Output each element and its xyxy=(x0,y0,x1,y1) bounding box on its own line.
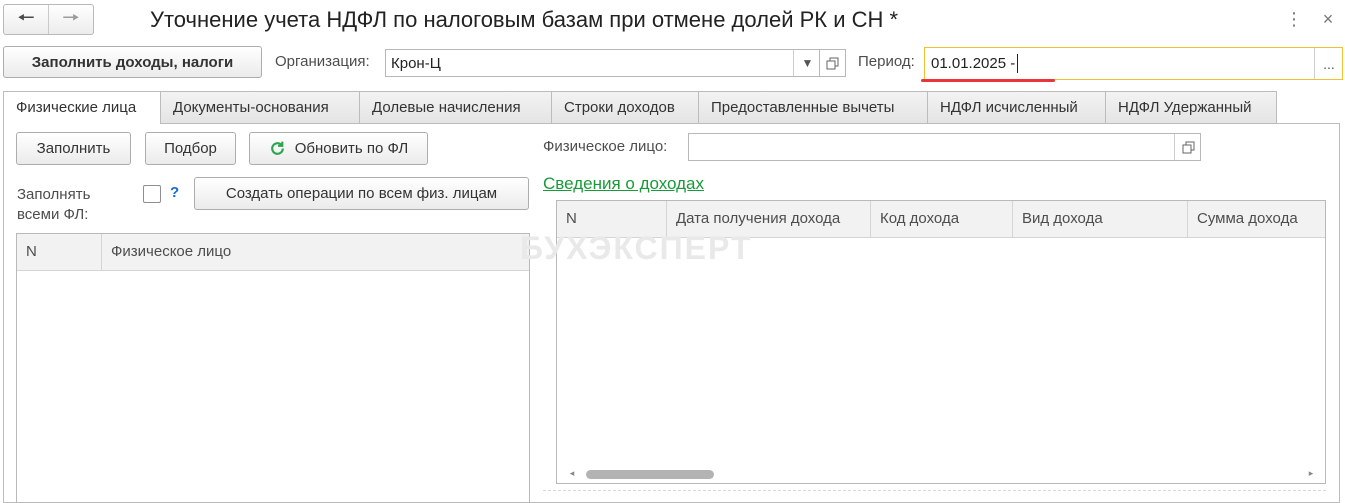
period-field[interactable]: 01.01.2025 - ... xyxy=(924,47,1343,80)
column-header-income-type[interactable]: Вид дохода xyxy=(1013,201,1188,237)
tab-bar: Физические лица Документы-основания Доле… xyxy=(3,91,1278,124)
tab-ndfl-withheld[interactable]: НДФЛ Удержанный xyxy=(1105,91,1277,123)
refresh-by-person-button[interactable]: Обновить по ФЛ xyxy=(249,132,428,165)
tab-deductions[interactable]: Предоставленные вычеты xyxy=(698,91,928,123)
tab-ndfl-calculated[interactable]: НДФЛ исчисленный xyxy=(927,91,1106,123)
income-info-link[interactable]: Сведения о доходах xyxy=(543,174,704,194)
more-icon[interactable]: ⋮ xyxy=(1285,6,1303,32)
tab-share-accruals[interactable]: Долевые начисления xyxy=(359,91,552,123)
scroll-left-icon[interactable]: ◂ xyxy=(565,464,579,482)
watermark: БУХЭКСПЕРТ xyxy=(520,230,753,266)
navigation-buttons: 🠔 🠖 xyxy=(3,4,94,35)
person-field[interactable] xyxy=(688,133,1201,161)
forward-arrow-icon[interactable]: 🠖 xyxy=(48,5,93,34)
back-arrow-icon[interactable]: 🠔 xyxy=(4,5,48,34)
scroll-thumb[interactable] xyxy=(586,470,714,479)
create-operations-button[interactable]: Создать операции по всем физ. лицам xyxy=(194,177,529,210)
highlight-underline xyxy=(921,79,1055,82)
period-value: 01.01.2025 - xyxy=(931,48,1019,79)
close-icon[interactable]: × xyxy=(1318,6,1338,32)
fill-all-label: Заполнять всеми ФЛ: xyxy=(17,186,91,223)
period-select-button[interactable]: ... xyxy=(1314,48,1343,79)
person-label: Физическое лицо: xyxy=(543,138,668,155)
refresh-label: Обновить по ФЛ xyxy=(294,140,409,157)
organization-label: Организация: xyxy=(275,53,370,70)
tab-base-documents[interactable]: Документы-основания xyxy=(160,91,360,123)
help-icon[interactable]: ? xyxy=(170,184,179,201)
horizontal-scrollbar[interactable]: ◂ ▸ xyxy=(570,464,1313,482)
fill-button[interactable]: Заполнить xyxy=(16,132,131,165)
table-header: N Физическое лицо xyxy=(17,234,529,271)
tab-income-lines[interactable]: Строки доходов xyxy=(551,91,699,123)
window-title: Уточнение учета НДФЛ по налоговым базам … xyxy=(150,7,899,32)
pick-button[interactable]: Подбор xyxy=(145,132,236,165)
refresh-icon xyxy=(270,141,284,155)
period-label: Период: xyxy=(858,53,915,70)
column-header-person[interactable]: Физическое лицо xyxy=(102,234,529,270)
column-header-n[interactable]: N xyxy=(17,234,102,270)
column-header-income-code[interactable]: Код дохода xyxy=(871,201,1013,237)
organization-field[interactable]: Крон-Ц ▼ xyxy=(385,49,820,77)
column-header-income-amount[interactable]: Сумма дохода xyxy=(1188,201,1325,237)
open-person-icon[interactable] xyxy=(1174,134,1202,160)
divider xyxy=(543,490,1326,491)
tab-individuals[interactable]: Физические лица xyxy=(3,91,161,124)
fill-income-taxes-button[interactable]: Заполнить доходы, налоги xyxy=(3,46,262,78)
fill-all-checkbox[interactable] xyxy=(143,185,161,203)
scroll-right-icon[interactable]: ▸ xyxy=(1304,464,1318,482)
open-organization-icon[interactable] xyxy=(819,49,846,77)
individuals-table: N Физическое лицо xyxy=(16,233,530,503)
organization-value: Крон-Ц xyxy=(391,54,441,72)
dropdown-arrow-icon[interactable]: ▼ xyxy=(793,50,821,76)
